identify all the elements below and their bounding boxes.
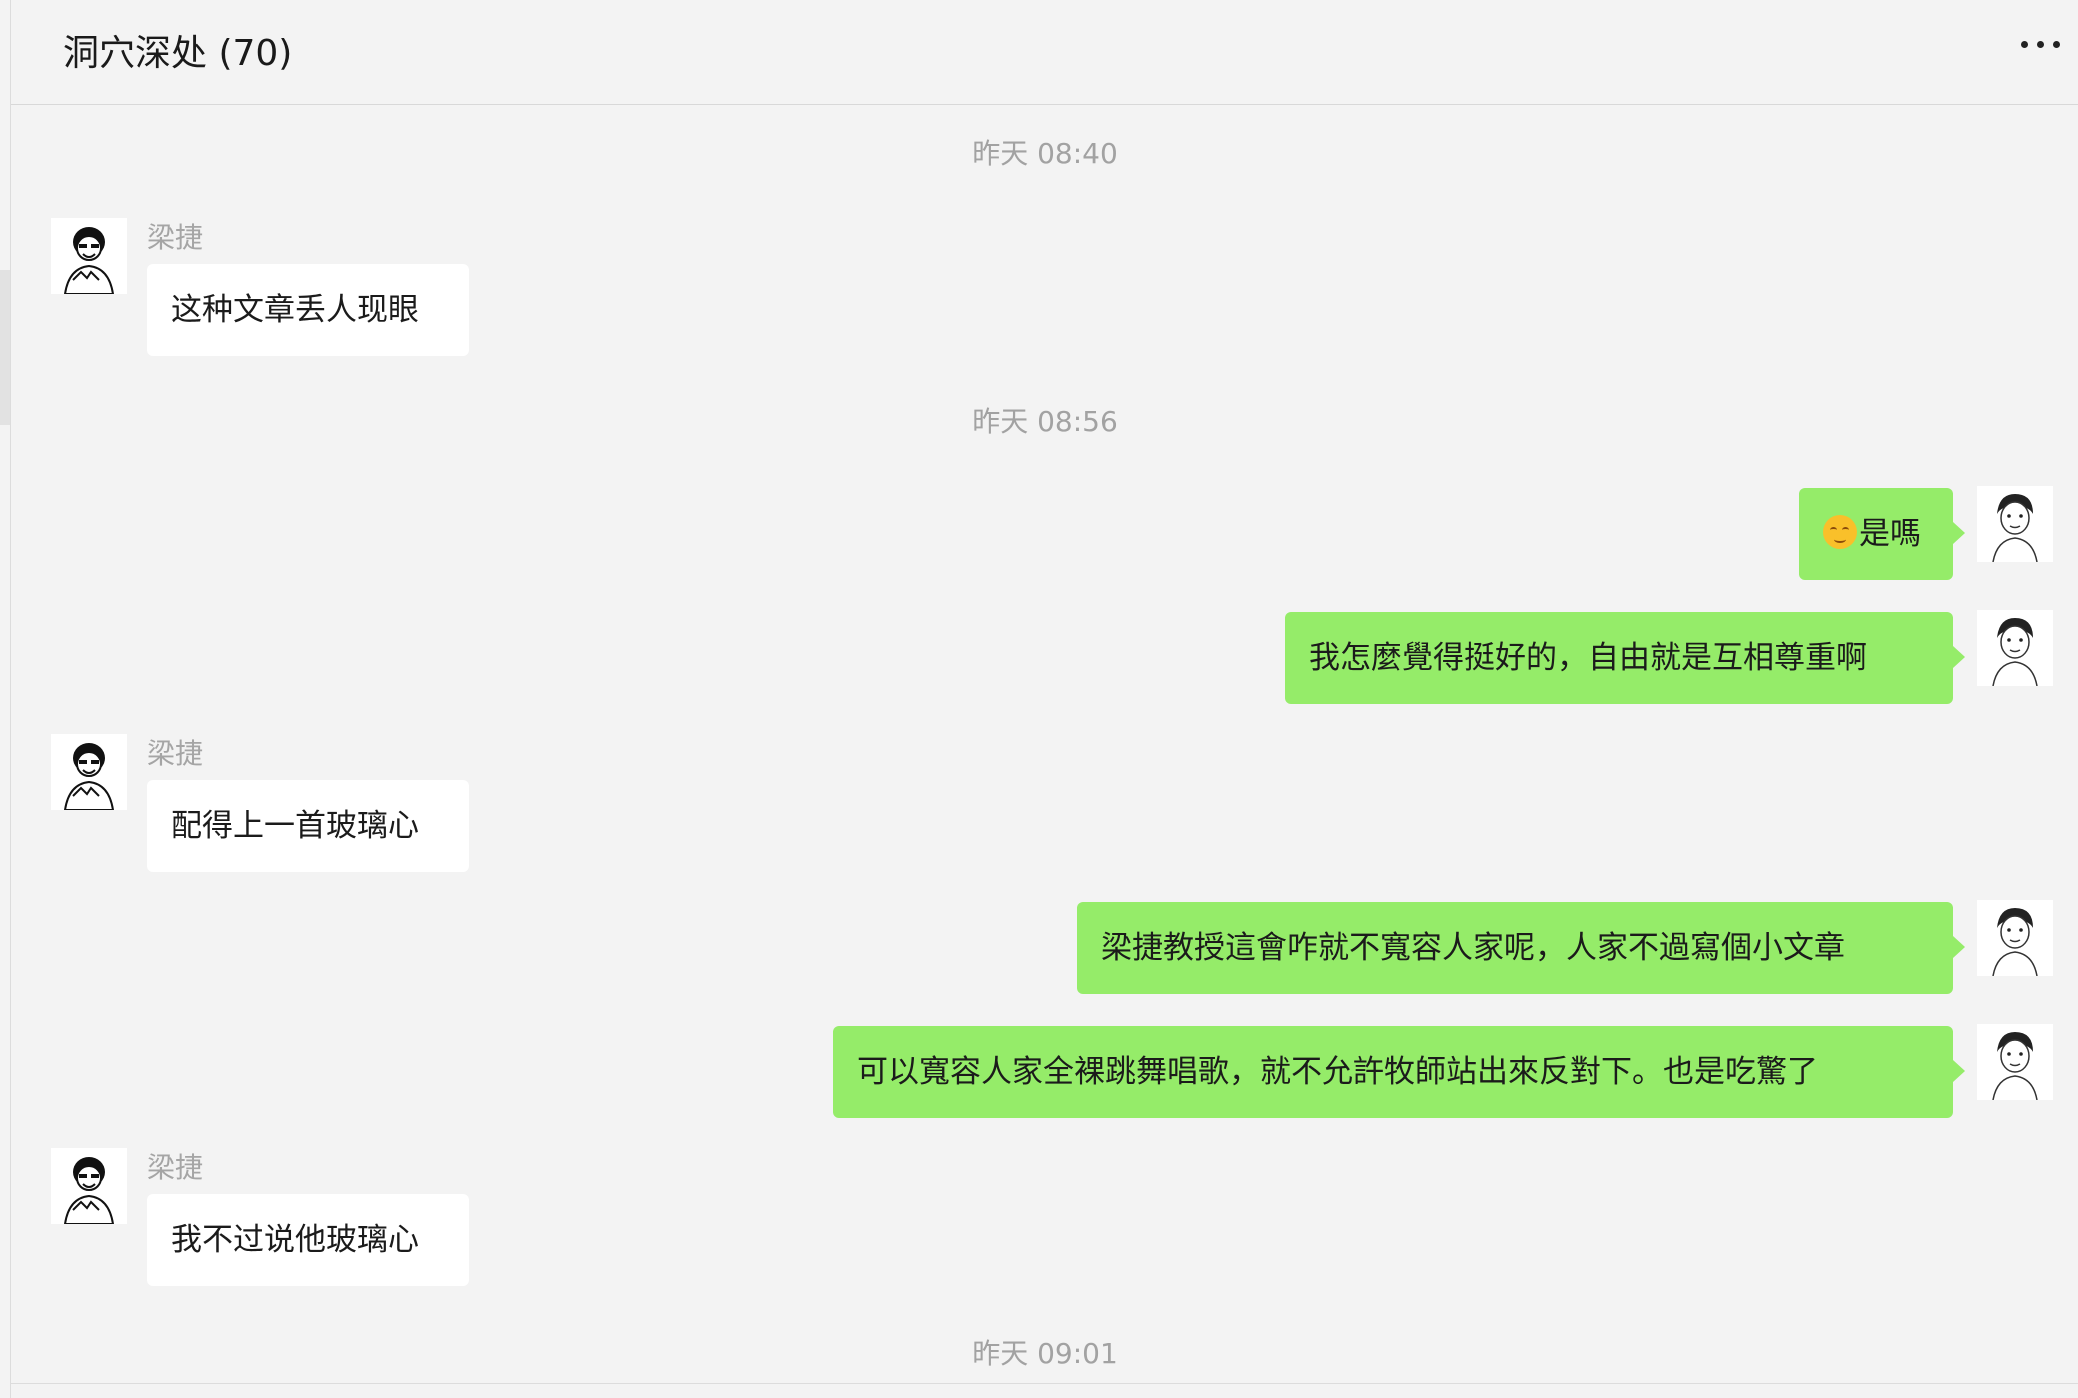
smiling-face-emoji-icon xyxy=(1823,515,1857,549)
timestamp: 昨天 09:01 xyxy=(972,1337,1118,1370)
chat-header: 洞穴深处 (70) xyxy=(11,0,2078,105)
incoming-message-bubble[interactable]: 这种文章丢人现眼 xyxy=(147,264,469,356)
message-text: 是嗎 xyxy=(1859,516,1921,552)
window-edge-strip xyxy=(0,270,10,425)
avatar-icon[interactable] xyxy=(51,1148,127,1224)
avatar-icon[interactable] xyxy=(1977,1024,2053,1100)
chat-title: 洞穴深处 (70) xyxy=(63,33,293,74)
outgoing-message-bubble[interactable]: 可以寬容人家全裸跳舞唱歌，就不允許牧師站出來反對下。也是吃驚了 xyxy=(833,1026,1965,1118)
avatar-icon[interactable] xyxy=(1977,486,2053,562)
avatar-icon[interactable] xyxy=(51,734,127,810)
avatar-icon[interactable] xyxy=(51,218,127,294)
sender-name: 梁捷 xyxy=(147,221,204,254)
incoming-message-bubble[interactable]: 配得上一首玻璃心 xyxy=(147,780,469,872)
timestamp: 昨天 08:56 xyxy=(972,405,1118,438)
sender-name: 梁捷 xyxy=(147,737,204,770)
outgoing-message-bubble[interactable]: 是嗎 xyxy=(1799,488,1965,580)
avatar-icon[interactable] xyxy=(1977,900,2053,976)
input-divider xyxy=(11,1383,2078,1384)
sender-name: 梁捷 xyxy=(147,1151,204,1184)
outgoing-message-bubble[interactable]: 我怎麼覺得挺好的，自由就是互相尊重啊 xyxy=(1285,612,1965,704)
more-icon[interactable] xyxy=(2019,28,2063,60)
avatar-icon[interactable] xyxy=(1977,610,2053,686)
outgoing-message-bubble[interactable]: 梁捷教授這會咋就不寬容人家呢，人家不過寫個小文章 xyxy=(1077,902,1965,994)
timestamp: 昨天 08:40 xyxy=(972,137,1118,170)
incoming-message-bubble[interactable]: 我不过说他玻璃心 xyxy=(147,1194,469,1286)
chat-window: 洞穴深处 (70) 昨天 08:40 梁捷 这种文章丢人现眼 昨天 08:56 … xyxy=(10,0,2078,1398)
